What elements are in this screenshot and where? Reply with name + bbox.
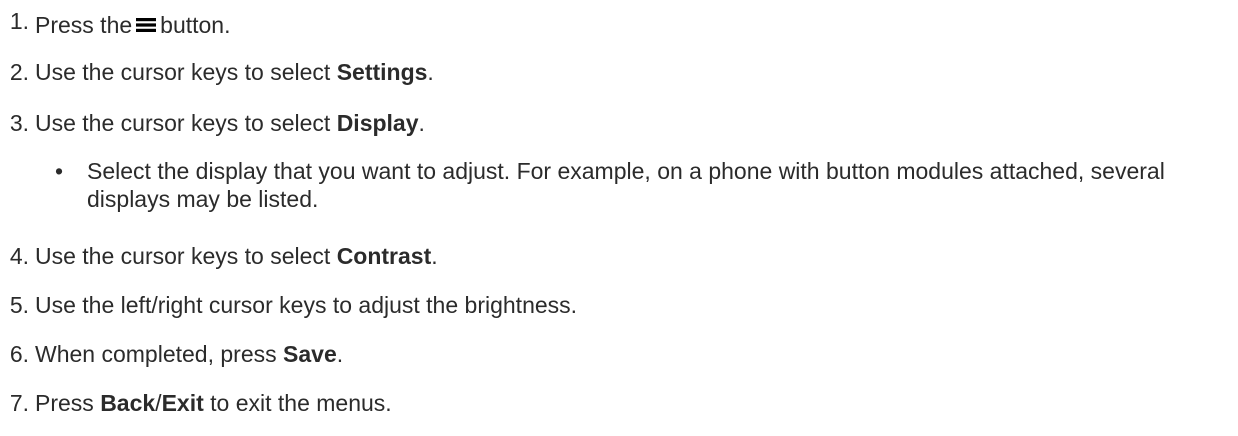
sub-step-text: Select the display that you want to adju…	[87, 158, 1165, 212]
step-text-part: .	[427, 59, 434, 85]
step-text: When completed, press Save.	[35, 341, 343, 367]
step-text-part: .	[418, 110, 425, 136]
step-text-part: button.	[160, 12, 231, 38]
step-text-part: Use the cursor keys to select	[35, 110, 337, 136]
step-text-part: .	[431, 243, 438, 269]
list-item: 1. Press the button.	[0, 7, 231, 39]
list-item: 3. Use the cursor keys to select Display.	[0, 109, 425, 137]
instruction-list: 1. Press the button. 2. Use the cursor keys…	[0, 0, 1238, 436]
step-keyword: Settings	[336, 59, 428, 85]
step-text-part: to exit the menus.	[203, 390, 392, 416]
step-text-part: Use the cursor keys to select	[35, 243, 337, 269]
list-item: 5. Use the left/right cursor keys to adju…	[0, 291, 577, 319]
step-keyword: Save	[283, 341, 337, 367]
step-text-part: .	[336, 341, 344, 367]
step-number: 7.	[9, 390, 29, 416]
step-number: 5.	[9, 292, 29, 318]
step-number: 2.	[9, 59, 29, 85]
step-text: Use the cursor keys to select Display.	[35, 110, 425, 136]
menu-icon	[136, 18, 157, 32]
list-item: 6. When completed, press Save.	[0, 340, 343, 368]
bullet: •	[55, 158, 64, 184]
step-text: Use the cursor keys to select Settings.	[35, 59, 434, 85]
step-keyword: Exit	[161, 390, 204, 416]
sub-list-item: • Select the display that you want to ad…	[55, 157, 1215, 213]
step-keyword: Contrast	[336, 243, 432, 269]
step-text: Press Back/Exit to exit the menus.	[35, 390, 392, 416]
step-text-part: Press	[35, 390, 101, 416]
step-number: 3.	[9, 110, 29, 136]
step-text-part: Use the cursor keys to select	[35, 59, 337, 85]
step-text-part: Press the	[35, 12, 133, 38]
step-keyword: Display	[336, 110, 419, 136]
step-text: Use the left/right cursor keys to adjust…	[35, 292, 578, 318]
step-number: 6.	[9, 341, 29, 367]
step-keyword: Back	[100, 390, 156, 416]
step-number: 1.	[9, 8, 29, 34]
step-text: Press the button.	[35, 12, 231, 38]
step-number: 4.	[9, 243, 29, 269]
list-item: 2. Use the cursor keys to select Settings…	[0, 58, 434, 86]
step-text-part: When completed, press	[35, 341, 284, 367]
list-item: 7. Press Back/Exit to exit the menus.	[0, 389, 392, 417]
step-text: Use the cursor keys to select Contrast.	[35, 243, 438, 269]
list-item: 4. Use the cursor keys to select Contrast…	[0, 242, 438, 270]
